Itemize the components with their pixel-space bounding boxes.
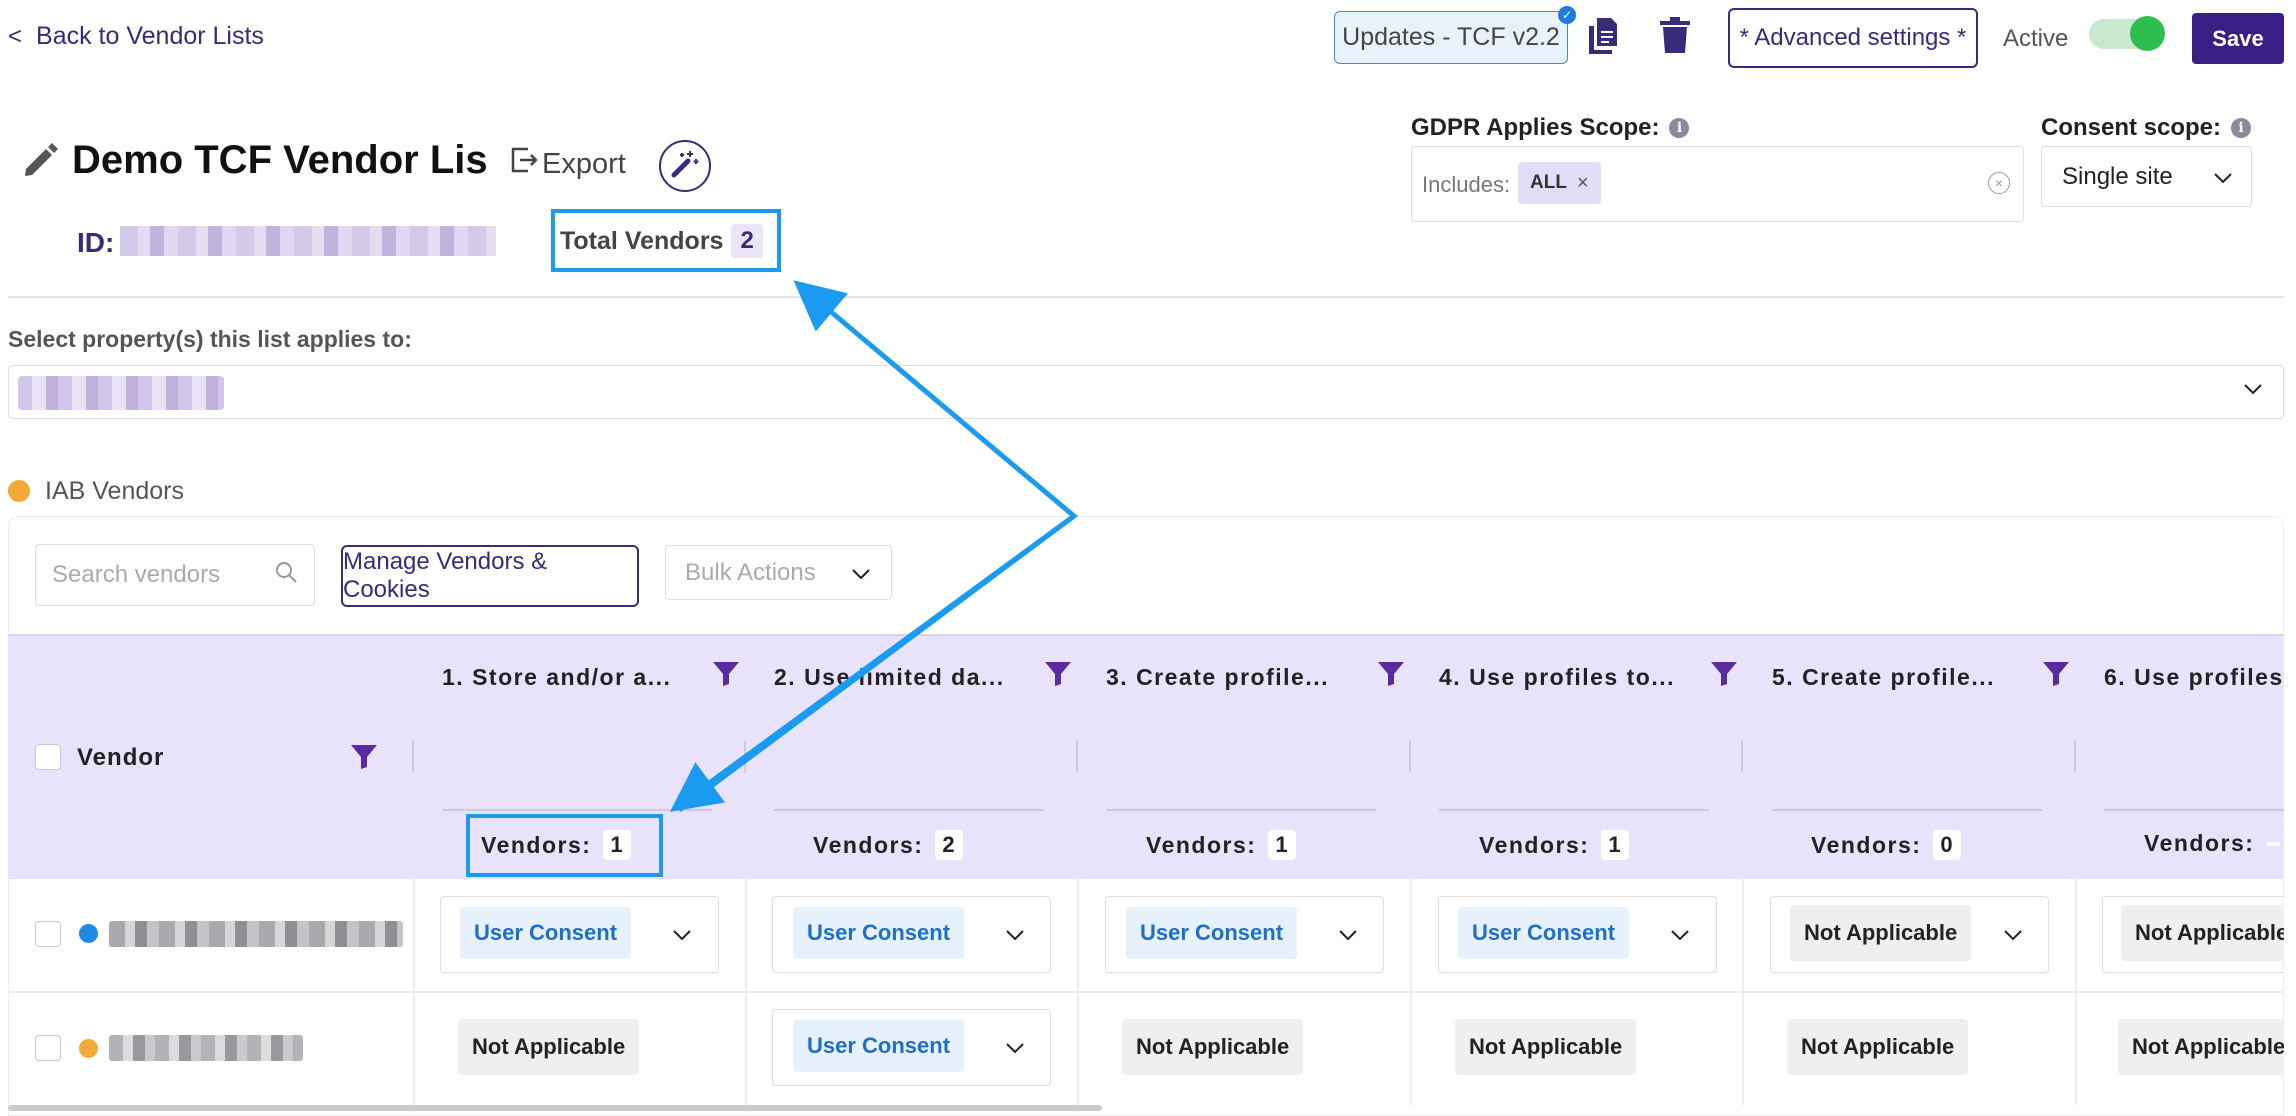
arrow-to-total-vendors bbox=[677, 280, 1079, 813]
annotation-arrows bbox=[669, 280, 1079, 813]
arrow-to-vendors-count bbox=[669, 513, 1076, 812]
